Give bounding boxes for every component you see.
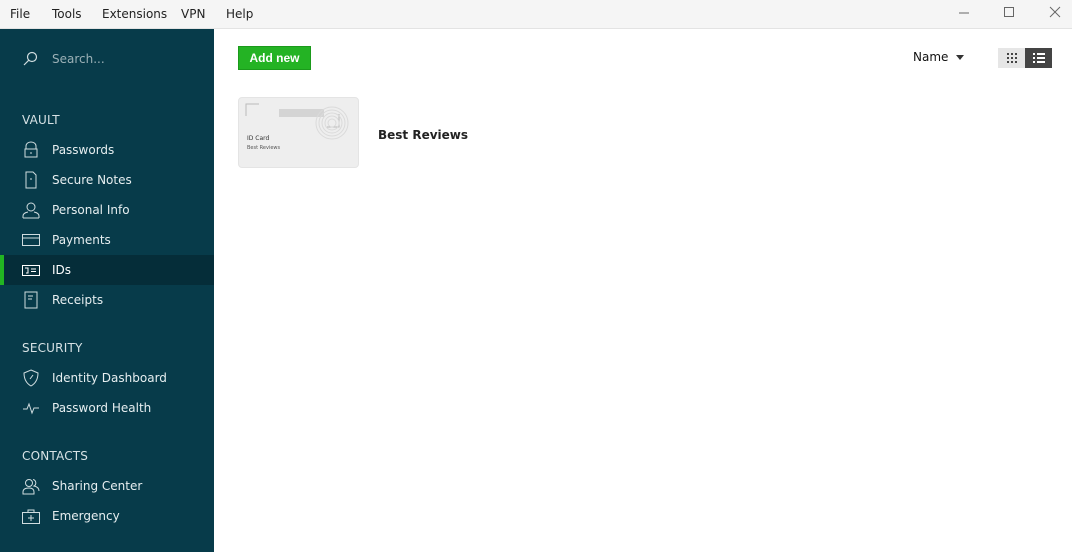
sidebar-item-label: Password Health bbox=[52, 401, 152, 415]
menu-extensions[interactable]: Extensions bbox=[102, 7, 167, 21]
section-vault: VAULT bbox=[22, 113, 60, 127]
sidebar-item-label: Secure Notes bbox=[52, 173, 132, 187]
shield-icon bbox=[23, 369, 39, 387]
sidebar-item-secure-notes[interactable]: Secure Notes bbox=[0, 165, 214, 195]
note-icon bbox=[25, 171, 37, 189]
sidebar-item-label: Identity Dashboard bbox=[52, 371, 167, 385]
receipt-icon bbox=[24, 291, 38, 309]
minimize-icon bbox=[959, 12, 969, 14]
list-icon bbox=[1033, 53, 1045, 63]
sidebar-item-identity-dashboard[interactable]: Identity Dashboard bbox=[0, 363, 214, 393]
pulse-icon bbox=[23, 402, 39, 415]
close-button[interactable] bbox=[1045, 4, 1065, 22]
sidebar-item-personal-info[interactable]: Personal Info bbox=[0, 195, 214, 225]
search-placeholder: Search... bbox=[52, 52, 105, 66]
grid-icon bbox=[1007, 53, 1017, 63]
menu-bar: File Tools Extensions VPN Help bbox=[0, 0, 1072, 29]
sidebar-item-emergency[interactable]: Emergency bbox=[0, 501, 214, 531]
sort-dropdown[interactable]: Name bbox=[913, 50, 948, 64]
chevron-down-icon[interactable] bbox=[956, 55, 964, 60]
sidebar-item-label: Personal Info bbox=[52, 203, 130, 217]
card-type-label: ID Card bbox=[247, 135, 270, 142]
sidebar-item-label: Emergency bbox=[52, 509, 120, 523]
sidebar-item-payments[interactable]: Payments bbox=[0, 225, 214, 255]
credit-card-icon bbox=[22, 234, 40, 246]
sidebar-item-label: Passwords bbox=[52, 143, 115, 157]
sidebar-item-passwords[interactable]: Passwords bbox=[0, 135, 214, 165]
section-security: SECURITY bbox=[22, 341, 83, 355]
add-new-button[interactable]: Add new bbox=[238, 46, 311, 70]
lock-icon bbox=[24, 141, 38, 158]
maximize-icon bbox=[1004, 7, 1014, 17]
sidebar-item-password-health[interactable]: Password Health bbox=[0, 393, 214, 423]
menu-file[interactable]: File bbox=[10, 7, 30, 21]
people-icon bbox=[22, 479, 40, 495]
sidebar-item-label: Sharing Center bbox=[52, 479, 143, 493]
menu-tools[interactable]: Tools bbox=[52, 7, 82, 21]
card-subtitle: Best Reviews bbox=[247, 145, 281, 151]
id-card-thumbnail[interactable]: ID Card Best Reviews bbox=[238, 97, 359, 168]
id-card-icon bbox=[22, 265, 40, 276]
search-icon bbox=[23, 51, 38, 66]
sidebar-item-receipts[interactable]: Receipts bbox=[0, 285, 214, 315]
grid-view-button[interactable] bbox=[998, 48, 1025, 68]
section-contacts: CONTACTS bbox=[22, 449, 89, 463]
menu-vpn[interactable]: VPN bbox=[181, 7, 205, 21]
sidebar-item-sharing-center[interactable]: Sharing Center bbox=[0, 471, 214, 501]
close-icon bbox=[1049, 6, 1061, 18]
person-icon bbox=[22, 202, 40, 219]
sidebar-item-label: IDs bbox=[52, 263, 72, 277]
sidebar-item-label: Payments bbox=[52, 233, 111, 247]
sidebar-item-label: Receipts bbox=[52, 293, 104, 307]
search-input[interactable]: Search... bbox=[22, 51, 105, 67]
fingerprint-icon bbox=[245, 103, 349, 140]
first-aid-kit-icon bbox=[22, 509, 40, 524]
list-view-button[interactable] bbox=[1025, 48, 1052, 68]
minimize-button[interactable] bbox=[954, 4, 974, 22]
maximize-button[interactable] bbox=[999, 4, 1019, 22]
item-name[interactable]: Best Reviews bbox=[378, 128, 468, 142]
sidebar: Search... VAULT Passwords Secure Notes P… bbox=[0, 29, 214, 552]
menu-help[interactable]: Help bbox=[226, 7, 253, 21]
sidebar-item-ids[interactable]: IDs bbox=[0, 255, 214, 285]
